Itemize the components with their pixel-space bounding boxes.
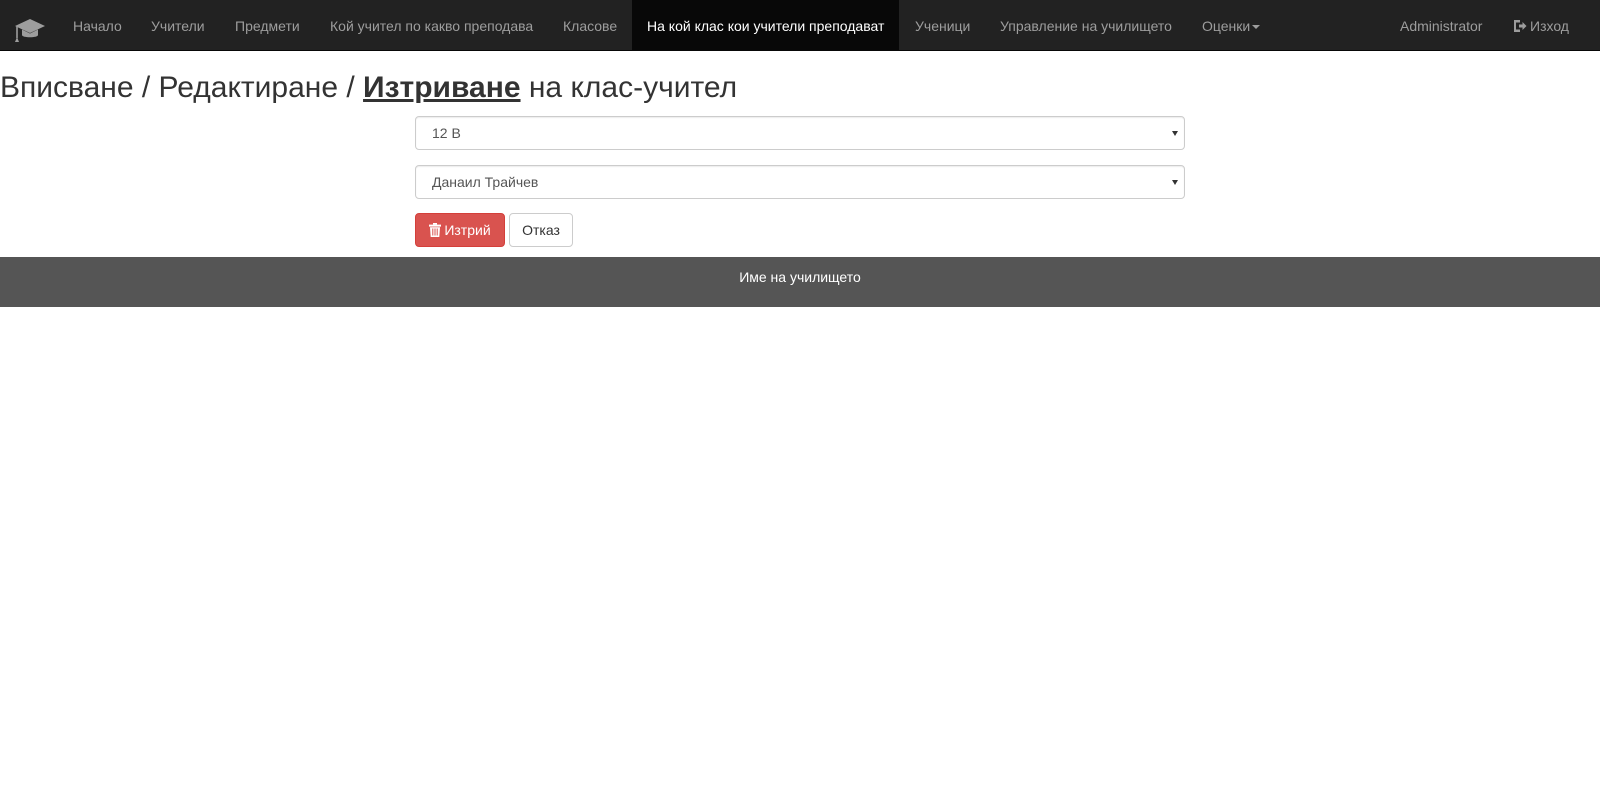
nav-item-school-management[interactable]: Управление на училището — [1000, 0, 1172, 50]
select-arrow-icon — [1172, 131, 1178, 136]
nav-item-teacher-subjects[interactable]: Кой учител по какво преподава — [330, 0, 533, 50]
select-arrow-icon — [1172, 180, 1178, 185]
log-out-icon — [1514, 20, 1527, 32]
cancel-button-label: Отказ — [522, 222, 560, 238]
teacher-select[interactable]: Данаил Трайчев — [415, 165, 1185, 199]
nav-item-students[interactable]: Ученици — [915, 0, 970, 50]
nav-item-grades-dropdown[interactable]: Оценки — [1202, 0, 1261, 50]
footer-school-name: Име на училището — [739, 269, 861, 285]
logout-label: Изход — [1530, 18, 1569, 34]
footer: Име на училището — [0, 257, 1600, 307]
logout-link[interactable]: Изход — [1513, 0, 1569, 50]
graduation-cap-icon[interactable] — [14, 14, 46, 44]
delete-button-label: Изтрий — [444, 222, 491, 238]
cancel-button[interactable]: Отказ — [509, 213, 573, 247]
top-navbar: Начало Учители Предмети Кой учител по ка… — [0, 0, 1600, 51]
page-title-part2: на клас-учител — [520, 71, 738, 104]
class-select[interactable]: 12 В — [415, 116, 1185, 150]
teacher-select-value: Данаил Трайчев — [432, 174, 539, 190]
nav-item-classes[interactable]: Класове — [563, 0, 617, 50]
nav-user-administrator[interactable]: Administrator — [1400, 0, 1482, 50]
caret-down-icon — [1252, 25, 1261, 30]
nav-item-home[interactable]: Начало — [73, 0, 122, 50]
page-title: Вписване / Редактиране / Изтриване на кл… — [0, 70, 737, 106]
delete-button[interactable]: Изтрий — [415, 213, 505, 247]
nav-item-class-teachers[interactable]: На кой клас кои учители преподават — [632, 0, 900, 50]
page-title-part1: Вписване / Редактиране / — [0, 71, 364, 104]
page-title-strong: Изтриване — [363, 71, 521, 104]
class-select-value: 12 В — [432, 125, 461, 141]
nav-item-teachers[interactable]: Учители — [151, 0, 205, 50]
nav-item-grades-label: Оценки — [1202, 18, 1251, 34]
nav-item-subjects[interactable]: Предмети — [235, 0, 300, 50]
trash-icon — [429, 223, 442, 237]
